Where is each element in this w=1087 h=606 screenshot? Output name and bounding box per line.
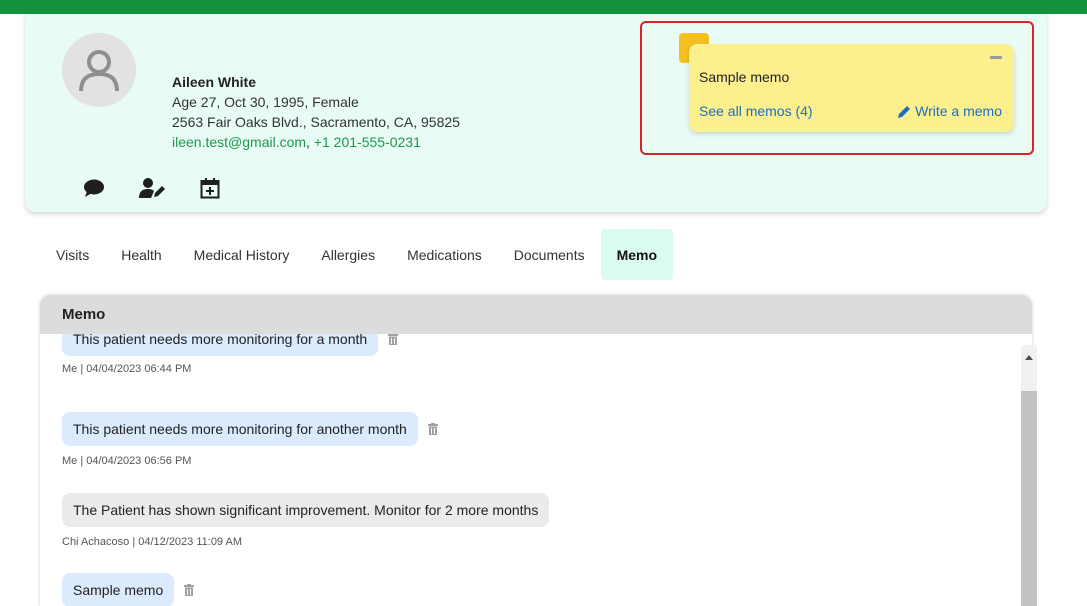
patient-address: 2563 Fair Oaks Blvd., Sacramento, CA, 95… <box>172 114 460 130</box>
user-edit-icon <box>139 178 165 198</box>
memo-panel: Memo This patient needs more monitoring … <box>40 295 1032 606</box>
calendar-plus-icon <box>200 178 220 199</box>
scroll-up-arrow-icon[interactable] <box>1021 345 1037 369</box>
trash-icon[interactable] <box>427 423 438 435</box>
tab-documents[interactable]: Documents <box>498 229 601 280</box>
see-all-memos-link[interactable]: See all memos (4) <box>699 103 813 119</box>
contact-separator: , <box>306 134 310 150</box>
minimize-icon[interactable] <box>990 56 1002 59</box>
schedule-button[interactable] <box>196 174 224 202</box>
memo-scrollbar[interactable] <box>1021 345 1037 606</box>
sticky-memo: Sample memo See all memos (4) Write a me… <box>689 44 1014 132</box>
memo-entry: The Patient has shown significant improv… <box>62 493 550 527</box>
memo-meta: Chi Achacoso | 04/12/2023 11:09 AM <box>62 536 243 548</box>
memo-meta: Me | 04/04/2023 06:44 PM <box>62 363 192 375</box>
patient-tabs: Visits Health Medical History Allergies … <box>40 229 674 280</box>
tab-allergies[interactable]: Allergies <box>305 229 391 280</box>
tab-visits[interactable]: Visits <box>40 229 105 280</box>
pencil-icon <box>898 105 911 118</box>
patient-email[interactable]: ileen.test@gmail.com <box>172 134 306 150</box>
memo-meta: Me | 04/04/2023 06:56 PM <box>62 455 192 467</box>
trash-icon[interactable] <box>388 334 399 345</box>
memo-entry: Sample memo <box>62 573 195 606</box>
patient-phone[interactable]: +1 201-555-0231 <box>314 134 421 150</box>
chat-bubble-icon <box>84 179 104 197</box>
tab-medications[interactable]: Medications <box>391 229 498 280</box>
patient-contact: ileen.test@gmail.com, +1 201-555-0231 <box>172 132 460 152</box>
avatar <box>62 33 136 107</box>
memo-list: This patient needs more monitoring for a… <box>40 334 1032 606</box>
trash-icon[interactable] <box>184 584 195 596</box>
memo-bubble: Sample memo <box>62 573 175 606</box>
edit-patient-button[interactable] <box>138 174 166 202</box>
top-bar <box>0 0 1087 14</box>
memo-panel-title: Memo <box>40 295 1032 334</box>
memo-text: Sample memo <box>699 69 790 85</box>
memo-entry: This patient needs more monitoring for a… <box>62 334 399 356</box>
memo-bubble: This patient needs more monitoring for a… <box>62 412 418 446</box>
patient-demographics: Age 27, Oct 30, 1995, Female <box>172 94 359 110</box>
memo-bubble: The Patient has shown significant improv… <box>62 493 550 527</box>
write-memo-link[interactable]: Write a memo <box>898 103 1002 119</box>
patient-name: Aileen White <box>172 74 257 90</box>
tab-memo[interactable]: Memo <box>600 229 674 280</box>
memo-bubble: This patient needs more monitoring for a… <box>62 334 379 356</box>
write-memo-label: Write a memo <box>915 103 1002 119</box>
scroll-thumb[interactable] <box>1021 391 1037 606</box>
tab-health[interactable]: Health <box>105 229 177 280</box>
action-icons <box>80 174 254 202</box>
tab-medical-history[interactable]: Medical History <box>178 229 306 280</box>
patient-info: Aileen White Age 27, Oct 30, 1995, Femal… <box>172 72 460 152</box>
message-button[interactable] <box>80 174 108 202</box>
user-avatar-icon <box>79 50 119 92</box>
memo-entry: This patient needs more monitoring for a… <box>62 412 438 446</box>
